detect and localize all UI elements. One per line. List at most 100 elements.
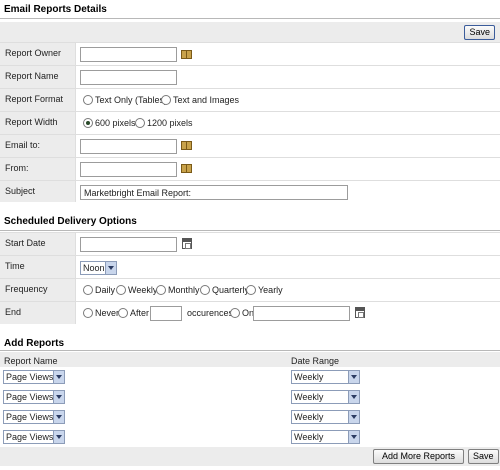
- report-name-label: Report Name: [0, 66, 76, 88]
- column-report-name: Report Name: [4, 356, 58, 366]
- add-more-reports-button[interactable]: Add More Reports: [373, 449, 464, 464]
- report-select-value: Page Views: [6, 392, 54, 402]
- delivery-form: Start Date Time Noon Frequency Daily Wee…: [0, 232, 500, 324]
- time-select[interactable]: Noon: [80, 261, 117, 275]
- frequency-daily-label: Daily: [95, 285, 116, 295]
- date-range-select-value: Weekly: [294, 372, 324, 382]
- date-range-select-value: Weekly: [294, 392, 324, 402]
- frequency-weekly-label: Weekly: [128, 285, 158, 295]
- report-name-row: Report Name: [0, 65, 500, 88]
- report-owner-row: Report Owner: [0, 42, 500, 65]
- email-details-title: Email Reports Details: [4, 4, 107, 15]
- report-select-value: Page Views: [6, 432, 54, 442]
- address-book-icon[interactable]: [181, 141, 192, 150]
- report-select[interactable]: Page Views: [3, 370, 65, 384]
- width-600-label: 600 pixels: [95, 118, 136, 128]
- chevron-down-icon: [53, 411, 64, 423]
- calendar-icon[interactable]: [182, 238, 192, 249]
- report-width-label: Report Width: [0, 112, 76, 134]
- from-label: From:: [0, 158, 76, 180]
- add-reports-title: Add Reports: [4, 338, 64, 349]
- chevron-down-icon: [53, 431, 64, 443]
- email-to-row: Email to:: [0, 134, 500, 157]
- time-select-value: Noon: [83, 263, 105, 273]
- chevron-down-icon: [53, 391, 64, 403]
- chevron-down-icon: [348, 411, 359, 423]
- date-range-select[interactable]: Weekly: [291, 370, 360, 384]
- date-range-select-value: Weekly: [294, 432, 324, 442]
- subject-input[interactable]: [80, 185, 348, 200]
- report-select-value: Page Views: [6, 372, 54, 382]
- table-row: Page Views Weekly: [0, 387, 500, 407]
- save-reports-button[interactable]: Save: [468, 449, 499, 464]
- date-range-select[interactable]: Weekly: [291, 390, 360, 404]
- frequency-yearly-label: Yearly: [258, 285, 283, 295]
- reports-table: Page Views Weekly Page Views Weekly Page…: [0, 367, 500, 447]
- from-input[interactable]: [80, 162, 177, 177]
- format-text-images-label: Text and Images: [173, 95, 240, 105]
- email-to-label: Email to:: [0, 135, 76, 157]
- report-width-row: Report Width 600 pixels 1200 pixels: [0, 111, 500, 134]
- frequency-quarterly-label: Quarterly: [212, 285, 250, 295]
- date-range-select[interactable]: Weekly: [291, 430, 360, 444]
- report-format-label: Report Format: [0, 89, 76, 111]
- from-row: From:: [0, 157, 500, 180]
- end-on-radio[interactable]: [230, 308, 240, 318]
- calendar-icon[interactable]: [355, 307, 365, 318]
- reports-footer: Add More Reports Save: [0, 447, 500, 466]
- chevron-down-icon: [53, 371, 64, 383]
- report-name-input[interactable]: [80, 70, 177, 85]
- frequency-monthly-label: Monthly: [168, 285, 200, 295]
- end-after-radio[interactable]: [118, 308, 128, 318]
- start-date-input[interactable]: [80, 237, 177, 252]
- report-select[interactable]: Page Views: [3, 390, 65, 404]
- email-details-form: Report Owner Report Name Report Format T…: [0, 42, 500, 202]
- report-select[interactable]: Page Views: [3, 410, 65, 424]
- end-on-date-input[interactable]: [253, 306, 350, 321]
- frequency-weekly-radio[interactable]: [116, 285, 126, 295]
- time-label: Time: [0, 256, 76, 278]
- frequency-quarterly-radio[interactable]: [200, 285, 210, 295]
- chevron-down-icon: [348, 431, 359, 443]
- width-600-radio[interactable]: [83, 118, 93, 128]
- email-to-input[interactable]: [80, 139, 177, 154]
- report-select[interactable]: Page Views: [3, 430, 65, 444]
- width-1200-radio[interactable]: [135, 118, 145, 128]
- report-select-value: Page Views: [6, 412, 54, 422]
- table-row: Page Views Weekly: [0, 427, 500, 447]
- width-1200-label: 1200 pixels: [147, 118, 193, 128]
- format-text-only-label: Text Only (Tables): [95, 95, 168, 105]
- date-range-select[interactable]: Weekly: [291, 410, 360, 424]
- divider: [0, 230, 500, 231]
- frequency-yearly-radio[interactable]: [246, 285, 256, 295]
- chevron-down-icon: [348, 371, 359, 383]
- format-text-only-radio[interactable]: [83, 95, 93, 105]
- format-text-images-radio[interactable]: [161, 95, 171, 105]
- table-row: Page Views Weekly: [0, 367, 500, 387]
- chevron-down-icon: [348, 391, 359, 403]
- report-owner-label: Report Owner: [0, 43, 76, 65]
- start-date-label: Start Date: [0, 233, 76, 255]
- column-date-range: Date Range: [291, 356, 340, 366]
- frequency-monthly-radio[interactable]: [156, 285, 166, 295]
- start-date-row: Start Date: [0, 232, 500, 255]
- subject-row: Subject: [0, 180, 500, 202]
- end-never-radio[interactable]: [83, 308, 93, 318]
- end-occurences-label: occurences: [187, 308, 234, 318]
- divider: [0, 18, 500, 19]
- frequency-daily-radio[interactable]: [83, 285, 93, 295]
- save-button[interactable]: Save: [464, 25, 495, 40]
- frequency-row: Frequency Daily Weekly Monthly Quarterly…: [0, 278, 500, 301]
- address-book-icon[interactable]: [181, 50, 192, 59]
- report-format-row: Report Format Text Only (Tables) Text an…: [0, 88, 500, 111]
- report-owner-input[interactable]: [80, 47, 177, 62]
- table-row: Page Views Weekly: [0, 407, 500, 427]
- end-after-count-input[interactable]: [150, 306, 182, 321]
- time-row: Time Noon: [0, 255, 500, 278]
- address-book-icon[interactable]: [181, 164, 192, 173]
- end-row: End Never After occurences On: [0, 301, 500, 324]
- subject-label: Subject: [0, 181, 76, 202]
- delivery-title: Scheduled Delivery Options: [4, 216, 137, 227]
- end-label: End: [0, 302, 76, 324]
- chevron-down-icon: [105, 262, 116, 274]
